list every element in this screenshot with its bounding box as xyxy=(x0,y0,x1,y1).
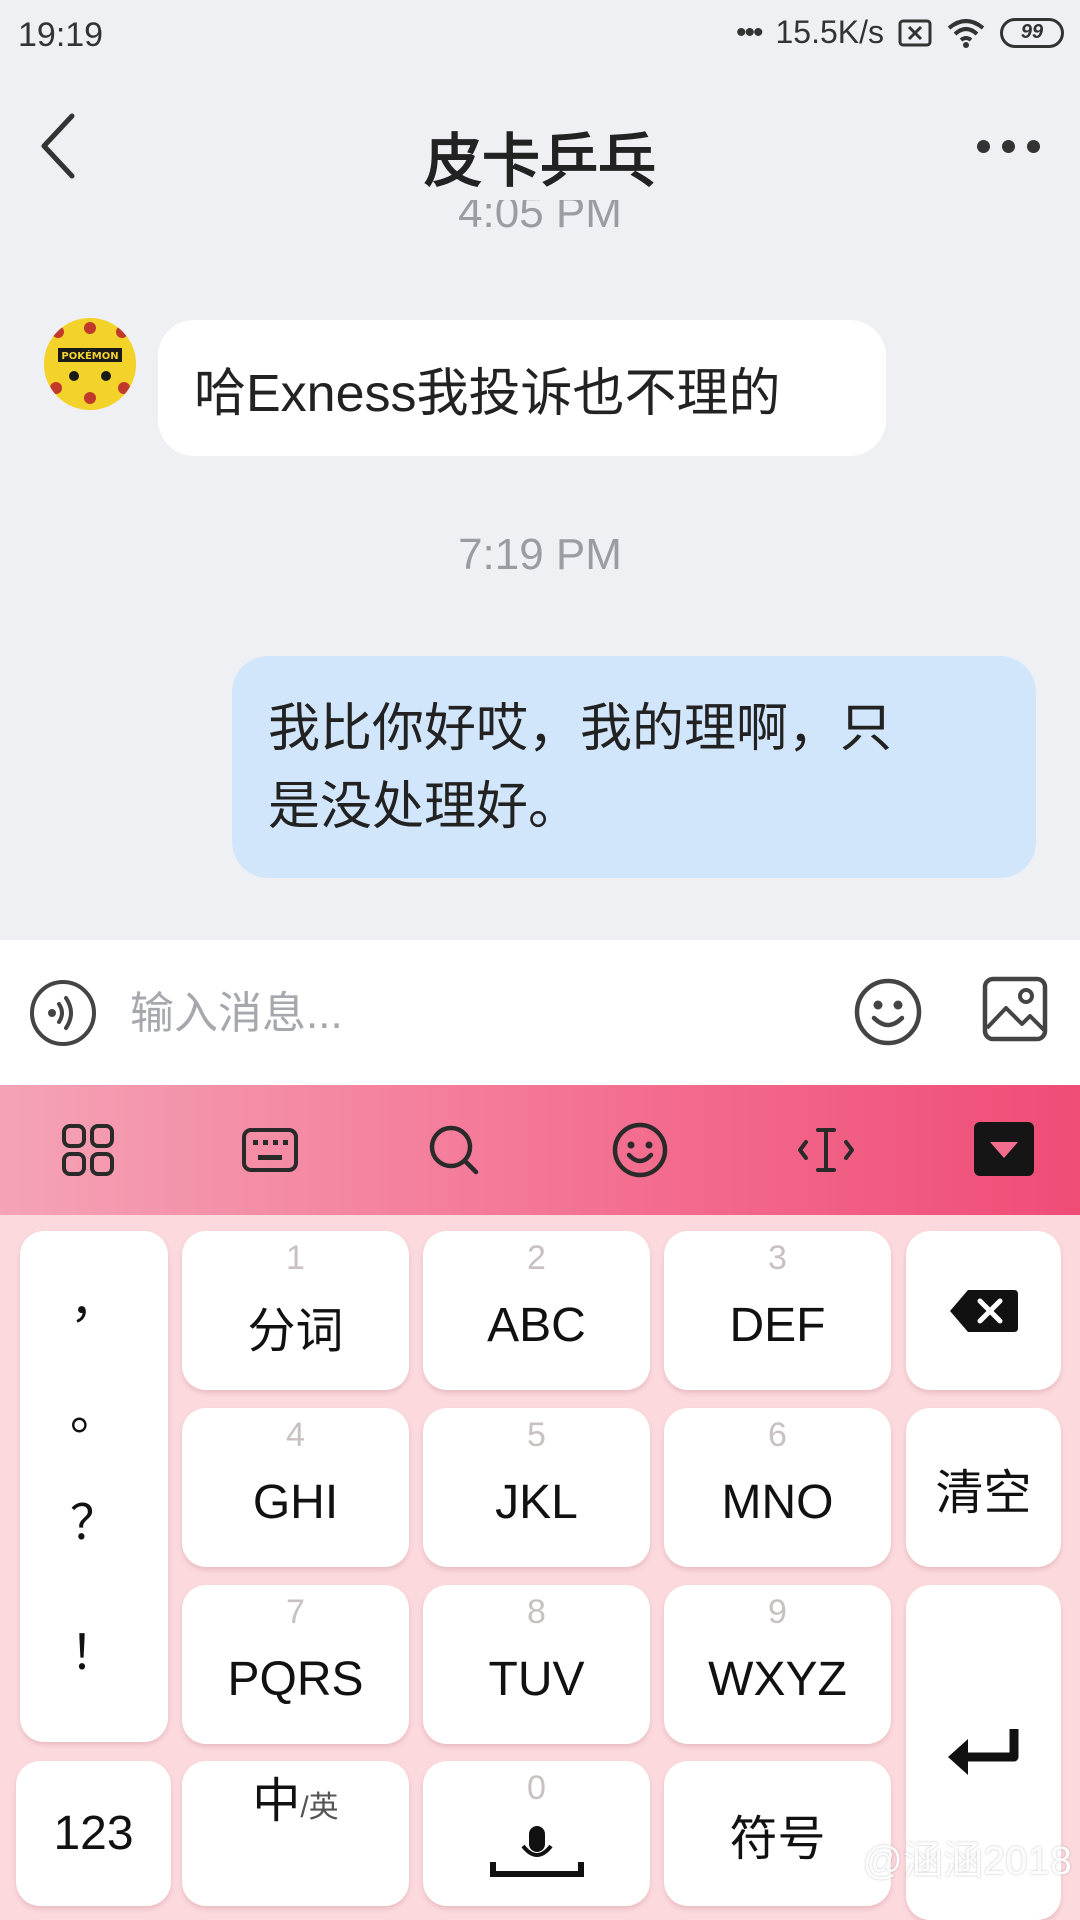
punct-key[interactable]: ！ xyxy=(20,1613,168,1683)
outgoing-message-bubble[interactable]: 我比你好哎，我的理啊，只 是没处理好。 xyxy=(232,656,1036,878)
more-dot xyxy=(1002,139,1015,153)
key-label: ABC xyxy=(487,1299,586,1352)
voice-button[interactable] xyxy=(30,980,96,1046)
enter-icon xyxy=(947,1728,1018,1775)
lang-sub-label: /英 xyxy=(300,1791,339,1824)
key-number: 8 xyxy=(527,1593,546,1631)
timestamp-text: 4:05 PM xyxy=(458,200,622,237)
emoji-keyboard-button[interactable] xyxy=(608,1118,672,1182)
grid-icon xyxy=(62,1124,114,1176)
search-icon xyxy=(429,1125,479,1175)
message-input[interactable] xyxy=(130,982,830,1046)
key-label: MNO xyxy=(721,1476,834,1529)
keyboard-icon xyxy=(242,1128,298,1172)
key-0-space[interactable]: 0 xyxy=(423,1761,650,1906)
cursor-button[interactable] xyxy=(794,1118,858,1182)
punct-key[interactable]: 。 xyxy=(20,1373,168,1443)
grid-button[interactable] xyxy=(56,1118,120,1182)
battery-level: 99 xyxy=(1020,21,1044,43)
symbols-button[interactable]: 符号 xyxy=(664,1761,891,1906)
numbers-button[interactable]: 123 xyxy=(16,1761,171,1906)
search-button[interactable] xyxy=(422,1118,486,1182)
status-time: 19:19 xyxy=(18,16,104,54)
battery-icon: 99 xyxy=(1000,17,1064,48)
symbols-label: 符号 xyxy=(729,1812,826,1866)
network-speed: 15.5K/s xyxy=(775,14,884,50)
key-3[interactable]: 3 DEF xyxy=(664,1231,891,1390)
key-6[interactable]: 6 MNO xyxy=(664,1408,891,1567)
clear-button[interactable]: 清空 xyxy=(906,1408,1061,1567)
key-9[interactable]: 9 WXYZ xyxy=(664,1585,891,1744)
keyboard-toolbar xyxy=(0,1085,1080,1215)
more-dots-icon xyxy=(977,139,990,153)
key-label: DEF xyxy=(729,1299,826,1352)
avatar[interactable]: POKÉMON xyxy=(44,318,136,410)
backspace-button[interactable] xyxy=(906,1231,1061,1390)
key-number: 9 xyxy=(768,1593,787,1631)
lang-main-label: 中 xyxy=(252,1775,301,1828)
image-icon xyxy=(982,976,1048,1042)
key-label: PQRS xyxy=(227,1653,364,1706)
smiley-icon xyxy=(854,978,922,1046)
avatar-text: POKÉMON xyxy=(61,349,118,362)
punctuation-column[interactable]: ， 。 ？ ！ xyxy=(20,1231,168,1742)
collapse-keyboard-icon xyxy=(974,1122,1034,1176)
timestamp: 4:05 PM xyxy=(0,200,1080,240)
key-label: GHI xyxy=(252,1476,339,1529)
pokemon-avatar-icon: POKÉMON xyxy=(44,318,136,410)
chat-header: 皮卡乒乓 xyxy=(0,76,1080,216)
key-number: 6 xyxy=(768,1416,787,1454)
key-number: 2 xyxy=(527,1239,546,1277)
key-number: 0 xyxy=(527,1769,546,1807)
image-button[interactable] xyxy=(982,976,1048,1042)
key-label: 分词 xyxy=(247,1304,344,1358)
key-number: 3 xyxy=(768,1239,787,1277)
keyboard: ， 。 ？ ！ 1 分词 2 ABC 3 DEF 4 GHI 5 JKL 6 M… xyxy=(0,1215,1080,1920)
key-label: JKL xyxy=(495,1476,578,1529)
key-7[interactable]: 7 PQRS xyxy=(182,1585,409,1744)
outgoing-message-line: 是没处理好。 xyxy=(268,778,581,836)
key-4[interactable]: 4 GHI xyxy=(182,1408,409,1567)
sim-x-icon xyxy=(898,19,932,46)
text-cursor-icon xyxy=(798,1128,854,1172)
smiley-icon xyxy=(612,1122,668,1178)
language-switch-button[interactable]: 中 /英 xyxy=(182,1761,409,1906)
key-8[interactable]: 8 TUV xyxy=(423,1585,650,1744)
watermark: @涵涵2018 xyxy=(862,1839,1072,1883)
incoming-message-bubble[interactable]: 哈Exness我投诉也不理的 xyxy=(158,320,886,456)
key-number: 1 xyxy=(286,1239,305,1277)
backspace-icon xyxy=(949,1289,1018,1332)
key-5[interactable]: 5 JKL xyxy=(423,1408,650,1567)
key-number: 4 xyxy=(286,1416,305,1454)
emoji-button[interactable] xyxy=(852,976,924,1048)
keyboard-switch-button[interactable] xyxy=(238,1118,302,1182)
status-right: ••• 15.5K/s 99 xyxy=(736,14,1064,51)
punct-key[interactable]: ？ xyxy=(20,1483,168,1553)
key-label: TUV xyxy=(488,1653,585,1706)
more-button[interactable] xyxy=(940,116,1040,176)
key-number: 5 xyxy=(527,1416,546,1454)
timestamp: 7:19 PM xyxy=(458,530,622,579)
collapse-keyboard-button[interactable] xyxy=(972,1118,1036,1182)
microphone-icon xyxy=(489,1825,584,1877)
message-input-bar xyxy=(0,940,1080,1085)
key-1[interactable]: 1 分词 xyxy=(182,1231,409,1390)
key-2[interactable]: 2 ABC xyxy=(423,1231,650,1390)
status-bar: 19:19 ••• 15.5K/s 99 xyxy=(0,0,1080,76)
outgoing-message-line: 我比你好哎，我的理啊，只 xyxy=(268,700,893,758)
key-label: WXYZ xyxy=(708,1653,847,1706)
signal-dots-icon: ••• xyxy=(735,15,763,49)
key-number: 7 xyxy=(286,1593,305,1631)
numbers-label: 123 xyxy=(53,1807,134,1860)
wifi-icon xyxy=(947,18,985,48)
punct-key[interactable]: ， xyxy=(20,1261,168,1331)
clear-label: 清空 xyxy=(935,1466,1032,1520)
more-dot xyxy=(1027,139,1040,153)
page-title: 皮卡乒乓 xyxy=(423,129,656,194)
voice-icon xyxy=(48,996,73,1030)
incoming-message-text: 哈Exness我投诉也不理的 xyxy=(194,364,781,423)
